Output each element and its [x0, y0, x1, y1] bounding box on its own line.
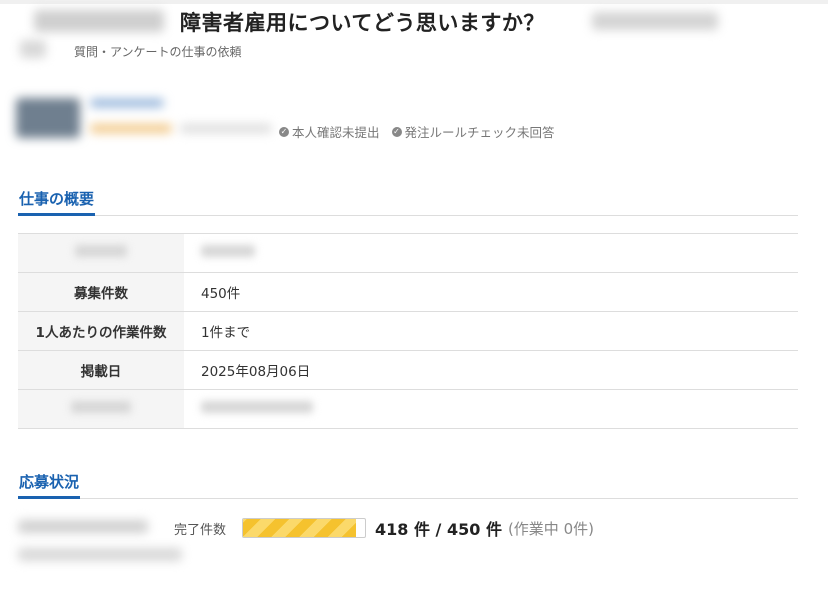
table-label: 募集件数: [18, 272, 184, 312]
table-row: 募集件数 450件: [18, 272, 798, 312]
table-label: 1人あたりの作業件数: [18, 311, 184, 351]
table-row: 掲載日 2025年08月06日: [18, 350, 798, 390]
client-rating: [90, 124, 172, 133]
table-value: 1件まで: [201, 325, 251, 341]
table-value: [184, 234, 798, 273]
blurred-label: [75, 245, 127, 257]
blurred-label: [71, 401, 131, 413]
completion-progress-bar: [242, 518, 367, 538]
blurred-title-suffix: [592, 12, 718, 30]
table-value: 450件: [201, 286, 241, 302]
client-avatar[interactable]: [16, 98, 80, 138]
client-meta: [180, 124, 272, 133]
blurred-status-line-2: [18, 548, 182, 561]
table-row: [18, 233, 798, 273]
overview-heading: 仕事の概要: [18, 182, 96, 216]
completed-label: 完了件数: [174, 522, 227, 538]
blurred-status-line-1: [18, 520, 148, 533]
completion-status: 完了件数 418 件 / 450 件 (作業中 0件): [174, 516, 594, 540]
client-badges: ✓ 本人確認未提出 ✓ 発注ルールチェック未回答: [279, 122, 555, 141]
blurred-value: [201, 245, 255, 257]
table-value: 2025年08月06日: [201, 364, 311, 380]
check-icon: ✓: [279, 126, 289, 137]
top-bar: [0, 0, 828, 4]
completed-count: 418 件 / 450 件: [375, 520, 502, 539]
working-count: (作業中 0件): [507, 519, 594, 538]
page-title: 障害者雇用についてどう思いますか？: [180, 11, 545, 35]
identity-badge-label: 本人確認未提出: [292, 125, 380, 140]
overview-table: 募集件数 450件 1人あたりの作業件数 1件まで 掲載日 2025年08月06…: [18, 233, 798, 429]
table-label: 掲載日: [18, 350, 184, 390]
order-rule-badge-label: 発注ルールチェック未回答: [404, 125, 555, 140]
overview-heading-bar: 仕事の概要: [18, 182, 798, 216]
blurred-value: [201, 401, 313, 413]
client-name[interactable]: [90, 99, 164, 107]
application-heading: 応募状況: [18, 465, 81, 499]
table-label: [18, 233, 184, 273]
job-category[interactable]: 質問・アンケートの仕事の依頼: [74, 43, 242, 60]
title-row: 障害者雇用についてどう思いますか？: [180, 8, 545, 36]
table-row: 1人あたりの作業件数 1件まで: [18, 311, 798, 351]
order-rule-badge: ✓ 発注ルールチェック未回答: [391, 122, 555, 141]
application-heading-bar: 応募状況: [18, 465, 798, 499]
completion-progress-fill: [243, 519, 357, 537]
blurred-title-prefix: [34, 10, 164, 32]
table-row: [18, 389, 798, 429]
blurred-avatar-small: [20, 40, 46, 58]
check-icon: ✓: [391, 126, 402, 137]
table-label: [18, 389, 184, 429]
table-value: [184, 390, 798, 429]
identity-badge: ✓ 本人確認未提出: [279, 122, 380, 141]
